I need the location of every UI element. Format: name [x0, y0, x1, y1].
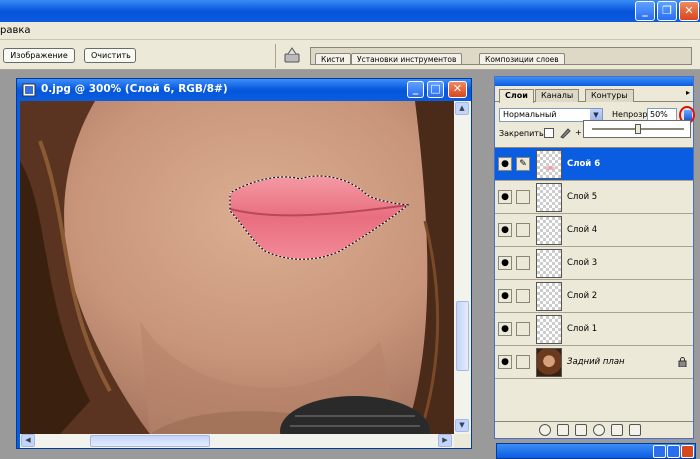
eye-icon[interactable]: ● — [498, 157, 512, 171]
layers-list: ● ✎ Слой 6 ● Слой 5 ● Слой 4 ● Слой 3 ● Слой 2 ● Сло… — [495, 147, 693, 379]
layer-name: Слой 3 — [567, 258, 598, 268]
eye-icon[interactable]: ● — [498, 223, 512, 237]
eye-icon[interactable]: ● — [498, 190, 512, 204]
layer-name: Задний план — [567, 357, 625, 367]
document-titlebar[interactable]: 0.jpg @ 300% (Слой 6, RGB/8#) _ □ ✕ — [17, 79, 471, 101]
layer-row[interactable]: ● Слой 5 — [495, 181, 693, 214]
link-cell[interactable] — [516, 256, 530, 270]
layer-row[interactable]: ● Задний план — [495, 346, 693, 379]
horizontal-scroll-thumb[interactable] — [90, 435, 210, 447]
palette-well: Кисти Установки инструментов Композиции … — [310, 47, 692, 65]
brush-icon[interactable]: ✎ — [516, 157, 530, 171]
opacity-slider-popup — [583, 120, 691, 138]
minimize-icon[interactable]: _ — [635, 1, 655, 21]
scroll-left-icon[interactable]: ◀ — [21, 434, 35, 447]
palette-bottom-bar — [495, 421, 693, 437]
trash-icon[interactable] — [629, 424, 641, 436]
palette-titlebar[interactable] — [495, 77, 693, 86]
link-cell[interactable] — [516, 289, 530, 303]
image-button[interactable]: Изображение — [3, 48, 75, 63]
lock-transparency-icon[interactable] — [544, 128, 554, 138]
opacity-slider-thumb[interactable] — [635, 124, 641, 134]
layer-mask-icon[interactable] — [557, 424, 569, 436]
palette-close-icon[interactable] — [681, 445, 694, 458]
menu-item-help[interactable]: равка — [0, 25, 31, 36]
tab-channels[interactable]: Каналы — [535, 89, 580, 102]
link-cell[interactable] — [516, 355, 530, 369]
horizontal-scrollbar[interactable]: ◀ ▶ — [20, 434, 454, 448]
vertical-scroll-thumb[interactable] — [456, 301, 469, 371]
tab-brushes[interactable]: Кисти — [315, 53, 351, 64]
eye-icon[interactable]: ● — [498, 289, 512, 303]
palette-menu-arrow-icon[interactable]: ▸ — [686, 88, 690, 97]
document-title: 0.jpg @ 300% (Слой 6, RGB/8#) — [41, 83, 228, 95]
tab-tool-presets[interactable]: Установки инструментов — [351, 53, 463, 64]
scroll-up-icon[interactable]: ▲ — [455, 102, 469, 115]
close-icon[interactable]: ✕ — [679, 1, 699, 21]
layer-row[interactable]: ● Слой 2 — [495, 280, 693, 313]
layer-row[interactable]: ● Слой 4 — [495, 214, 693, 247]
arrow-right-icon — [684, 110, 692, 120]
scroll-down-icon[interactable]: ▼ — [455, 419, 469, 432]
layer-thumbnail — [536, 150, 562, 179]
lock-brush-icon[interactable] — [559, 127, 571, 139]
link-cell[interactable] — [516, 322, 530, 336]
tab-layer-comps[interactable]: Композиции слоев — [479, 53, 565, 64]
doc-close-icon[interactable]: ✕ — [448, 81, 467, 98]
palette-tabs: Слои Каналы Контуры ▸ — [495, 86, 693, 103]
eye-icon[interactable]: ● — [498, 256, 512, 270]
tab-paths[interactable]: Контуры — [585, 89, 634, 102]
layer-thumbnail — [536, 183, 562, 212]
blend-mode-value: Нормальный — [503, 110, 557, 119]
layer-thumbnail — [536, 249, 562, 278]
new-layer-icon[interactable] — [611, 424, 623, 436]
lock-icon — [678, 357, 687, 367]
vertical-scrollbar[interactable]: ▲ ▼ — [454, 101, 471, 434]
link-cell[interactable] — [516, 190, 530, 204]
eye-icon[interactable]: ● — [498, 322, 512, 336]
layer-thumbnail — [536, 216, 562, 245]
layer-name: Слой 1 — [567, 324, 598, 334]
layer-thumbnail — [536, 282, 562, 311]
app-titlebar: _ ❐ ✕ — [0, 0, 700, 22]
options-divider — [275, 44, 276, 68]
image-canvas[interactable] — [20, 101, 454, 434]
link-cell[interactable] — [516, 223, 530, 237]
new-group-icon[interactable] — [575, 424, 587, 436]
scroll-corner — [454, 434, 471, 448]
layer-row[interactable]: ● ✎ Слой 6 — [495, 148, 693, 181]
lock-label: Закрепить: — [499, 129, 547, 138]
layer-row[interactable]: ● Слой 3 — [495, 247, 693, 280]
scroll-right-icon[interactable]: ▶ — [438, 434, 452, 447]
clear-button[interactable]: Очистить — [84, 48, 136, 63]
layer-name: Слой 2 — [567, 291, 598, 301]
layer-name: Слой 5 — [567, 192, 598, 202]
second-palette-titlebar[interactable] — [496, 443, 696, 459]
palette-restore-icon[interactable] — [667, 445, 680, 458]
doc-maximize-icon[interactable]: □ — [427, 81, 444, 98]
layer-row[interactable]: ● Слой 1 — [495, 313, 693, 346]
layers-palette: Слои Каналы Контуры ▸ Нормальный ▼ Непро… — [494, 76, 695, 439]
lock-move-icon[interactable]: + — [575, 128, 582, 137]
eye-icon[interactable]: ● — [498, 355, 512, 369]
tab-layers[interactable]: Слои — [499, 89, 534, 103]
palette-minimize-icon[interactable] — [653, 445, 666, 458]
layer-name: Слой 6 — [567, 159, 601, 169]
menu-bar: равка — [0, 22, 700, 40]
doc-minimize-icon[interactable]: _ — [407, 81, 424, 98]
layer-thumbnail — [536, 348, 562, 377]
adjustment-layer-icon[interactable] — [593, 424, 605, 436]
photoshop-file-icon — [22, 83, 36, 97]
layer-style-icon[interactable] — [539, 424, 551, 436]
restore-icon[interactable]: ❐ — [657, 1, 677, 21]
tool-preset-icon[interactable] — [283, 46, 301, 64]
layer-thumbnail — [536, 315, 562, 344]
layer-name: Слой 4 — [567, 225, 598, 235]
document-window: 0.jpg @ 300% (Слой 6, RGB/8#) _ □ ✕ ▲ ▼ … — [16, 78, 472, 449]
